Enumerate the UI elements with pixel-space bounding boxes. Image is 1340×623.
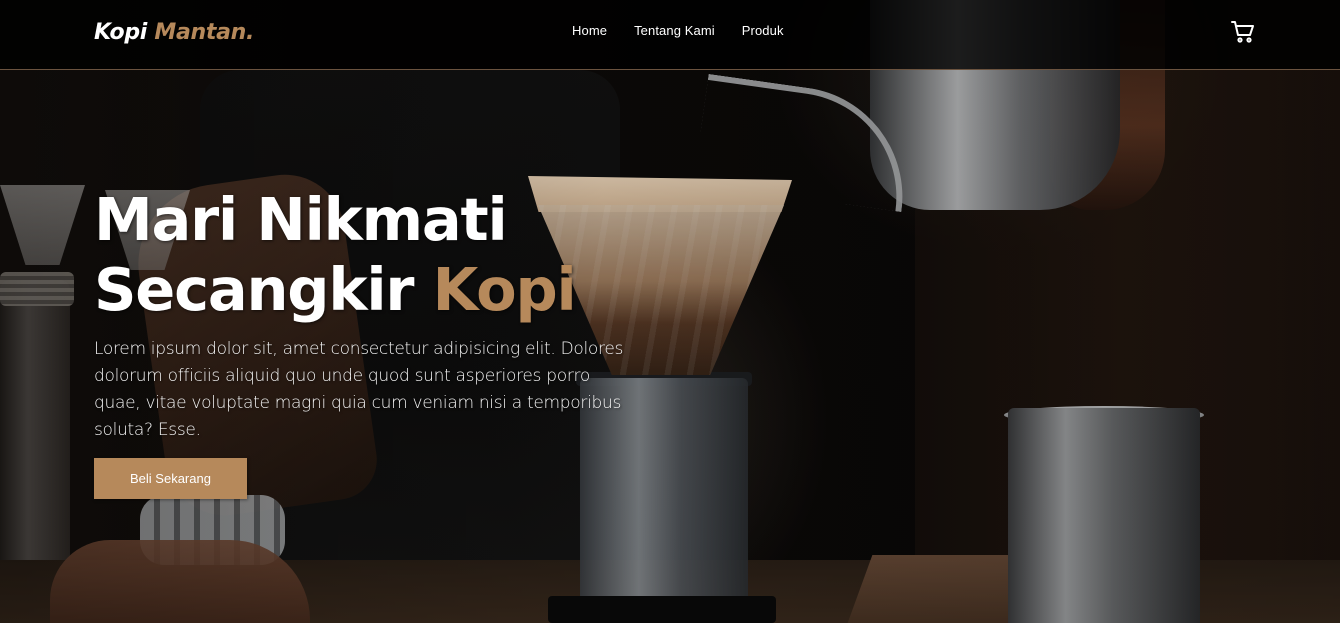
brand-name-part2: Mantan. (154, 20, 255, 45)
hero-title-accent: Kopi (432, 255, 577, 324)
brand-logo[interactable]: Kopi Mantan. (94, 20, 254, 45)
shopping-cart-icon[interactable] (1230, 19, 1256, 45)
hero-section: Kopi Mantan. Home Tentang Kami Produk Ma… (0, 0, 1340, 623)
hero-title-line2: Secangkir (94, 255, 414, 324)
buy-now-button[interactable]: Beli Sekarang (94, 458, 247, 499)
navbar: Kopi Mantan. Home Tentang Kami Produk (0, 0, 1340, 70)
hero-description: Lorem ipsum dolor sit, amet consectetur … (94, 339, 624, 440)
hero-content: Mari Nikmati Secangkir Kopi Lorem ipsum … (94, 185, 634, 499)
nav-link-home[interactable]: Home (572, 23, 607, 38)
nav-link-tentang-kami[interactable]: Tentang Kami (634, 23, 715, 38)
brand-name-part1: Kopi (94, 20, 148, 45)
hero-title: Mari Nikmati Secangkir Kopi (94, 185, 634, 325)
hero-title-line1: Mari Nikmati (94, 185, 508, 254)
nav-link-produk[interactable]: Produk (742, 23, 784, 38)
nav-links: Home Tentang Kami Produk (572, 23, 784, 38)
